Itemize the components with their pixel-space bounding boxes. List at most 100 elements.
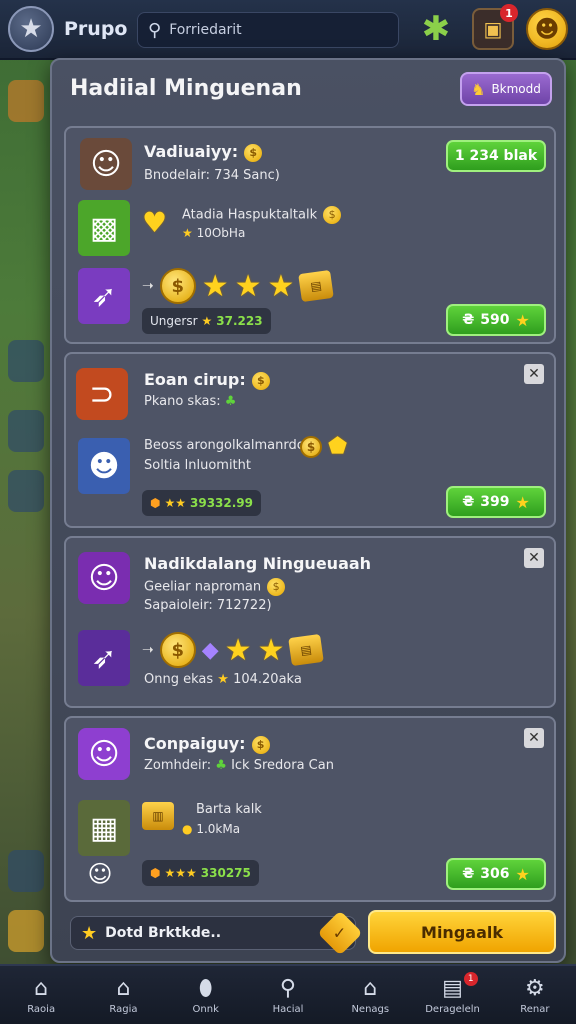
avatar: ☺ xyxy=(80,138,132,190)
shop-icon: ⌂ xyxy=(363,975,378,1001)
reward-code-input[interactable] xyxy=(105,925,306,941)
reward-modal: Hadiial Minguenan ♞ Bkmodd ☺ Vadiuaiyy: $… xyxy=(50,58,566,963)
card-line: Sapaioleir: 712722) xyxy=(144,598,272,613)
buy-button[interactable]: ₴ 306 ★ xyxy=(446,858,546,890)
rocket-icon: ➶ xyxy=(78,630,130,686)
card-subtitle: Zomhdeir: ♣ Ick Sredora Can xyxy=(144,758,334,773)
group-label: Prupo xyxy=(64,18,128,40)
reward-card: ✕ ☺ Conpaiguy: $ Zomhdeir: ♣ Ick Sredora … xyxy=(64,716,556,902)
reward-chain: ➝ $ ◆ ★ ★ ▤ xyxy=(142,632,325,668)
star-icon[interactable]: ★ xyxy=(8,6,54,52)
puzzle-icon[interactable]: ✱ xyxy=(415,8,457,50)
nav-item-renar[interactable]: ⚙ Renar xyxy=(494,966,576,1024)
card-title: Eoan cirup: $ xyxy=(144,370,270,390)
coin-icon: $ xyxy=(251,735,270,754)
machine-icon: ▦ xyxy=(78,800,130,856)
star-icon: ★★ xyxy=(164,496,186,510)
reward-title: Atadia Haspuktaltalk $ xyxy=(182,206,342,224)
star-icon: ★★★ xyxy=(164,866,197,880)
nav-label: Renar xyxy=(520,1003,550,1015)
card-title: Nadikdalang Ningueuaah xyxy=(144,554,372,573)
nav-label: Derageleln xyxy=(425,1003,480,1015)
nav-item-hacial[interactable]: ⚲ Hacial xyxy=(247,966,329,1024)
bg-side-tile xyxy=(8,850,44,892)
nav-item-onnk[interactable]: ⬮ Onnk xyxy=(165,966,247,1024)
star-icon: ★ xyxy=(182,226,193,240)
bg-menu-icon xyxy=(8,80,44,122)
card-title: Conpaiguy: $ xyxy=(144,734,270,754)
close-icon[interactable]: ✕ xyxy=(524,548,544,568)
card-line: Soltia lnluomitht xyxy=(144,458,251,473)
claim-button[interactable]: 1 234 blak xyxy=(446,140,546,172)
card-title: Vadiuaiyy: $ xyxy=(144,142,263,162)
search-input[interactable] xyxy=(169,22,370,38)
nav-badge: 1 xyxy=(463,972,478,986)
buy-button[interactable]: ₴ 399 ★ xyxy=(446,486,546,518)
reward-card: ✕ ☺ Nadikdalang Ningueuaah Geeliar napro… xyxy=(64,536,556,708)
coin-icon: $ xyxy=(267,578,286,596)
treasure-icon: ▩ xyxy=(78,200,130,256)
reward-title: Barta kalk xyxy=(196,802,262,817)
top-bar: ★ Prupo ⚲ ✱ ▣ 1 ☻ xyxy=(0,0,576,60)
buy-button[interactable]: ₴ 590 ★ xyxy=(446,304,546,336)
coin-icon: $ xyxy=(244,143,263,162)
search-box[interactable]: ⚲ xyxy=(137,12,399,48)
card-subtitle: Bnodelair: 734 Sanc) xyxy=(144,168,280,183)
coin-icon: $ xyxy=(300,435,322,458)
shield-icon: ⬢ xyxy=(150,496,161,510)
avatar: ☺ xyxy=(87,860,113,888)
star-icon: ★ xyxy=(515,492,530,512)
inbox-icon: ▤ xyxy=(442,975,463,1001)
search-icon: ⚲ xyxy=(279,975,297,1001)
inbox-icon[interactable]: ▣ 1 xyxy=(472,4,518,50)
premium-button[interactable]: ♞ Bkmodd xyxy=(460,72,552,106)
bg-side-tile xyxy=(8,410,44,452)
nav-label: Hacial xyxy=(272,1003,304,1015)
reward-sub: ● 1.0kMa xyxy=(182,822,241,836)
nav-label: Onnk xyxy=(192,1003,219,1015)
avatar: ☺ xyxy=(78,728,130,780)
coin-icon: $ xyxy=(159,632,196,668)
nav-label: Raoia xyxy=(27,1003,56,1015)
nav-item-home[interactable]: ⌂ Raoia xyxy=(0,966,82,1024)
coin-icon: $ xyxy=(323,206,342,224)
modal-title: Hadiial Minguenan xyxy=(70,76,302,101)
profile-smiley-icon[interactable]: ☻ xyxy=(526,8,568,50)
main-cta-button[interactable]: Mingaalk xyxy=(368,910,556,954)
arrow-icon: ➝ xyxy=(142,278,154,294)
star-icon: ★ xyxy=(217,672,229,687)
home-icon: ⌂ xyxy=(34,975,49,1001)
reward-card: ✕ ⊃ Eoan cirup: $ Pkano skas: ♣ ☻ Beoss a… xyxy=(64,352,556,528)
star-icon: ★ xyxy=(515,864,530,884)
star-icon: ★ xyxy=(201,268,229,304)
nav-item-derageleln[interactable]: ▤ 1 Derageleln xyxy=(411,966,493,1024)
reward-row: ♥ xyxy=(142,206,167,239)
footer-field[interactable]: ★ xyxy=(70,916,356,950)
reward-row: ▥ xyxy=(142,802,174,830)
card-subtitle: Pkano skas: ♣ xyxy=(144,394,237,409)
star-icon: ★ xyxy=(234,268,262,304)
close-icon[interactable]: ✕ xyxy=(524,728,544,748)
pipe-icon: ⊃ xyxy=(76,368,128,420)
nav-label: Ragia xyxy=(109,1003,138,1015)
nav-item-ragia[interactable]: ⌂ Ragia xyxy=(82,966,164,1024)
progress-pill: Ungersr ★ 37.223 xyxy=(142,308,271,334)
close-icon[interactable]: ✕ xyxy=(524,364,544,384)
card-subtitle: Geeliar naproman $ xyxy=(144,578,286,596)
bottom-nav: ⌂ Raoia ⌂ Ragia ⬮ Onnk ⚲ Hacial ⌂ Nenags… xyxy=(0,964,576,1024)
gold-bars-icon: ▥ xyxy=(142,802,174,830)
star-icon: ★ xyxy=(515,310,530,330)
shield-icon: ⬢ xyxy=(150,866,161,880)
reward-chain: ➝ $ ★ ★ ★ ▤ xyxy=(142,268,335,304)
coin-icon: $ xyxy=(251,371,270,390)
rocket-icon: ➶ xyxy=(78,268,130,324)
nav-item-nenags[interactable]: ⌂ Nenags xyxy=(329,966,411,1024)
gem-icon: ◆ xyxy=(201,637,219,663)
bg-side-tile xyxy=(8,910,44,952)
heart-icon: ♥ xyxy=(142,206,168,239)
progress-text: Onng ekas ★ 104.20aka xyxy=(144,672,302,687)
star-icon: ★ xyxy=(224,632,252,668)
coin-icon: $ xyxy=(159,268,196,304)
arrow-icon: ➝ xyxy=(142,642,154,658)
clover-icon: ♣ xyxy=(224,394,237,409)
